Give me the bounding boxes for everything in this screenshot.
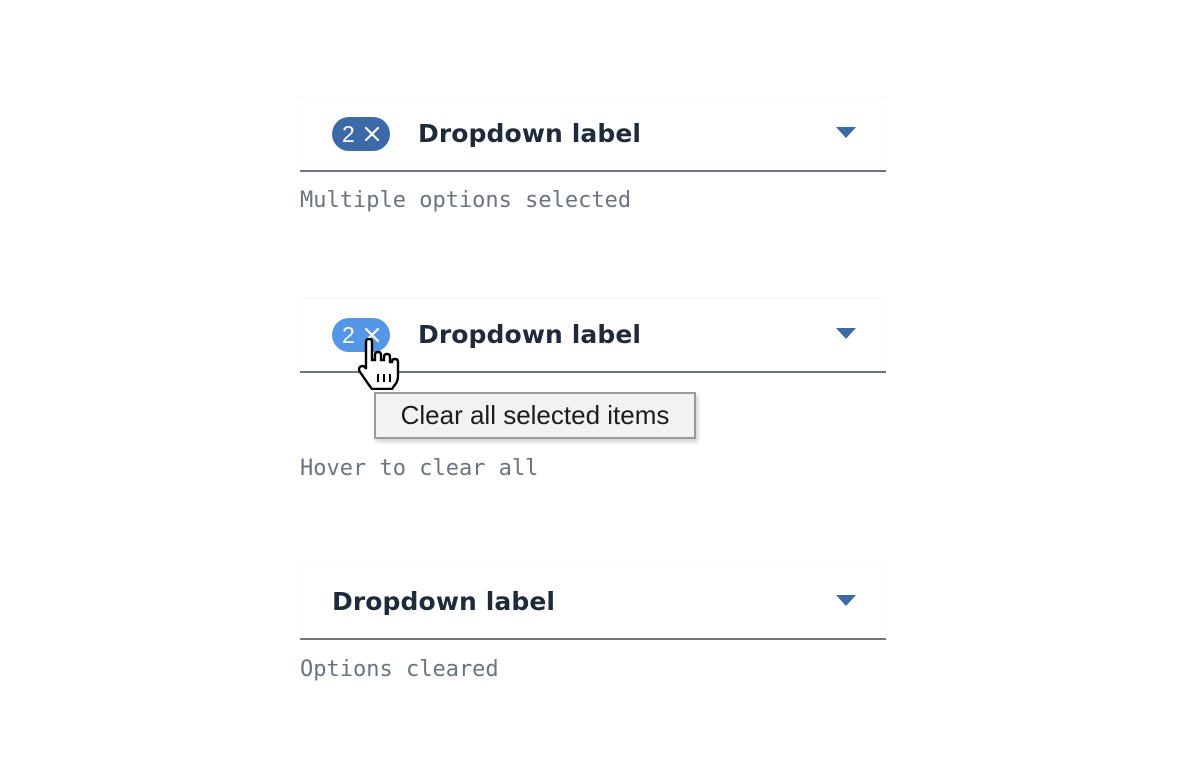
helper-text-hover: Hover to clear all bbox=[300, 456, 539, 481]
close-icon[interactable] bbox=[364, 126, 380, 142]
caret-down-icon[interactable] bbox=[836, 127, 856, 139]
helper-text-cleared: Options cleared bbox=[300, 657, 499, 682]
selected-count: 2 bbox=[342, 121, 355, 147]
caret-down-icon[interactable] bbox=[836, 595, 856, 607]
dropdown-label: Dropdown label bbox=[418, 320, 642, 349]
helper-text-selected: Multiple options selected bbox=[300, 188, 632, 213]
selected-count: 2 bbox=[342, 322, 355, 348]
clear-all-tooltip: Clear all selected items bbox=[374, 392, 696, 439]
selected-count-tag[interactable]: 2 bbox=[332, 117, 390, 151]
dropdown-multiselect-cleared[interactable]: Dropdown label bbox=[300, 566, 886, 640]
hand-pointer-icon bbox=[357, 338, 400, 390]
dropdown-label: Dropdown label bbox=[332, 587, 556, 616]
dropdown-multiselect-selected[interactable]: 2 Dropdown label bbox=[300, 98, 886, 172]
dropdown-label: Dropdown label bbox=[418, 119, 642, 148]
caret-down-icon[interactable] bbox=[836, 328, 856, 340]
